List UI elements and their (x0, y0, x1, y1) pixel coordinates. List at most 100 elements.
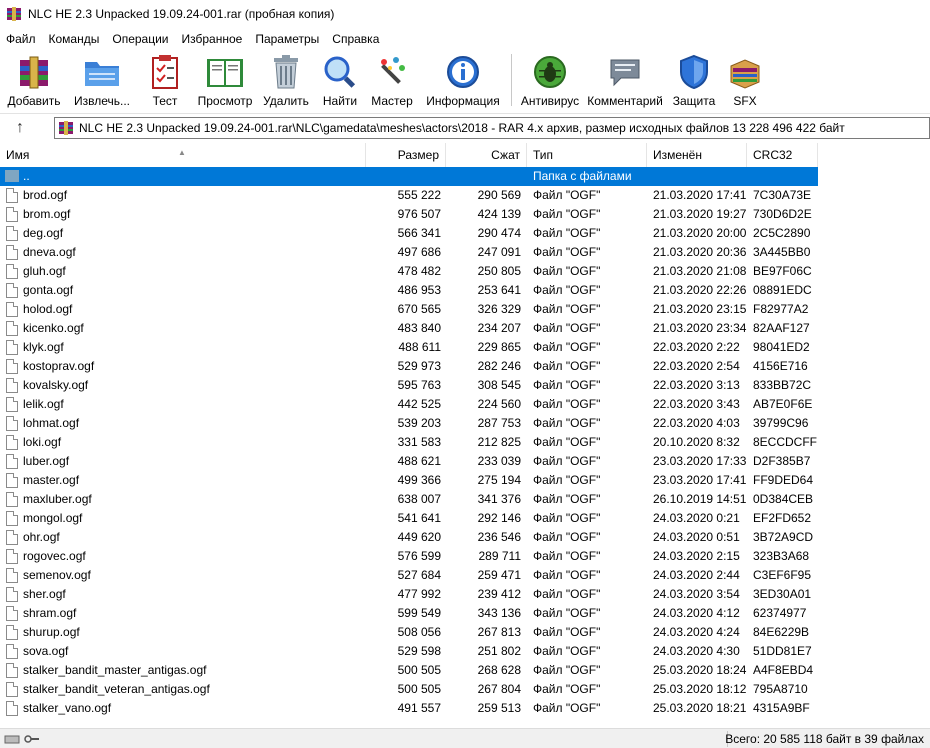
file-modified: 25.03.2020 18:12 (653, 682, 747, 696)
table-row[interactable]: kicenko.ogf 483 840 234 207 Файл "OGF" 21.03… (0, 319, 818, 338)
file-size: 595 763 (397, 378, 441, 392)
file-icon (6, 454, 18, 469)
table-row[interactable]: brom.ogf 976 507 424 139 Файл "OGF" 21.03.20… (0, 205, 818, 224)
file-crc: F82977A2 (753, 302, 809, 316)
table-row[interactable]: gluh.ogf 478 482 250 805 Файл "OGF" 21.03.20… (0, 262, 818, 281)
column-packed[interactable]: Сжат (446, 143, 527, 167)
table-row[interactable]: lelik.ogf 442 525 224 560 Файл "OGF" 22.03.2… (0, 395, 818, 414)
file-packed: 289 711 (478, 549, 522, 563)
file-modified: 24.03.2020 4:24 (653, 625, 740, 639)
status-bar: Всего: 20 585 118 байт в 39 файлах (0, 728, 930, 748)
file-size: 539 203 (397, 416, 441, 430)
file-size: 599 549 (397, 606, 441, 620)
file-icon (6, 435, 18, 450)
file-size: 449 620 (397, 530, 441, 544)
file-packed: 292 146 (477, 511, 521, 525)
file-crc: 0D384CEB (753, 492, 814, 506)
protect-button[interactable]: Защита (667, 50, 721, 110)
file-size: 670 565 (397, 302, 441, 316)
file-crc: 51DD81E7 (753, 644, 812, 658)
table-row[interactable]: mongol.ogf 541 641 292 146 Файл "OGF" 24.03.… (0, 509, 818, 528)
table-row[interactable]: maxluber.ogf 638 007 341 376 Файл "OGF" 26.1… (0, 490, 818, 509)
file-modified: 24.03.2020 0:51 (653, 530, 740, 544)
table-row[interactable]: klyk.ogf 488 611 229 865 Файл "OGF" 22.03.20… (0, 338, 818, 357)
comment-button[interactable]: Комментарий (583, 50, 667, 110)
antivirus-button[interactable]: Антивирус (517, 50, 583, 110)
file-icon (6, 188, 18, 203)
wizard-button[interactable]: Мастер (364, 50, 420, 110)
file-type: Файл "OGF" (533, 701, 601, 715)
file-icon (6, 625, 18, 640)
file-type: Файл "OGF" (533, 435, 601, 449)
file-crc: 4315A9BF (753, 701, 810, 715)
file-modified: 21.03.2020 22:26 (653, 283, 747, 297)
sfx-box-icon (725, 53, 765, 91)
menu-file[interactable]: Файл (0, 32, 43, 46)
file-type: Файл "OGF" (533, 606, 601, 620)
menu-help[interactable]: Справка (326, 32, 386, 46)
table-row[interactable]: ohr.ogf 449 620 236 546 Файл "OGF" 24.03.202… (0, 528, 818, 547)
file-packed: 290 569 (477, 188, 521, 202)
table-row[interactable]: semenov.ogf 527 684 259 471 Файл "OGF" 24.03… (0, 566, 818, 585)
table-row[interactable]: deg.ogf 566 341 290 474 Файл "OGF" 21.03.202… (0, 224, 818, 243)
file-icon (6, 587, 18, 602)
table-row[interactable]: dneva.ogf 497 686 247 091 Файл "OGF" 21.03.2… (0, 243, 818, 262)
view-button[interactable]: Просмотр (194, 50, 256, 110)
file-modified: 24.03.2020 0:21 (653, 511, 740, 525)
table-row[interactable]: master.ogf 499 366 275 194 Файл "OGF" 23.03.… (0, 471, 818, 490)
file-icon (6, 416, 18, 431)
table-row[interactable]: sova.ogf 529 598 251 802 Файл "OGF" 24.03.20… (0, 642, 818, 661)
menu-options[interactable]: Параметры (249, 32, 326, 46)
table-row[interactable]: rogovec.ogf 576 599 289 711 Файл "OGF" 24.03… (0, 547, 818, 566)
table-row[interactable]: shram.ogf 599 549 343 136 Файл "OGF" 24.03.2… (0, 604, 818, 623)
address-field[interactable]: NLC HE 2.3 Unpacked 19.09.24-001.rar\NLC… (54, 117, 930, 139)
add-button[interactable]: Добавить (0, 50, 68, 110)
file-size: 566 341 (397, 226, 441, 240)
menu-operations[interactable]: Операции (106, 32, 175, 46)
file-crc: 2C5C2890 (753, 226, 811, 240)
file-modified: 23.03.2020 17:33 (653, 454, 747, 468)
table-row[interactable]: lohmat.ogf 539 203 287 753 Файл "OGF" 22.03.… (0, 414, 818, 433)
table-row[interactable]: kovalsky.ogf 595 763 308 545 Файл "OGF" 22.0… (0, 376, 818, 395)
file-type: Файл "OGF" (533, 264, 601, 278)
column-type[interactable]: Тип (527, 143, 647, 167)
file-name: gluh.ogf (23, 264, 66, 278)
column-size[interactable]: Размер (366, 143, 446, 167)
table-row[interactable]: luber.ogf 488 621 233 039 Файл "OGF" 23.03.2… (0, 452, 818, 471)
table-row[interactable]: brod.ogf 555 222 290 569 Файл "OGF" 21.03.20… (0, 186, 818, 205)
table-row[interactable]: stalker_bandit_master_antigas.ogf 500 505… (0, 661, 818, 680)
table-row[interactable]: sher.ogf 477 992 239 412 Файл "OGF" 24.03.20… (0, 585, 818, 604)
table-row[interactable]: holod.ogf 670 565 326 329 Файл "OGF" 21.03.2… (0, 300, 818, 319)
table-row[interactable]: stalker_bandit_veteran_antigas.ogf 500 50… (0, 680, 818, 699)
table-row[interactable]: gonta.ogf 486 953 253 641 Файл "OGF" 21.03.2… (0, 281, 818, 300)
file-icon (6, 226, 18, 241)
test-button[interactable]: Тест (136, 50, 194, 110)
parent-folder-row[interactable]: .. Папка с файлами (0, 167, 818, 186)
file-packed: 250 805 (477, 264, 521, 278)
column-modified[interactable]: Изменён (647, 143, 747, 167)
column-name[interactable]: Имя ▲ (0, 143, 366, 167)
sfx-button[interactable]: SFX (721, 50, 769, 110)
file-size: 483 840 (397, 321, 441, 335)
find-button[interactable]: Найти (316, 50, 364, 110)
file-packed: 259 471 (477, 568, 521, 582)
menu-favorites[interactable]: Избранное (176, 32, 250, 46)
file-size: 478 482 (397, 264, 441, 278)
file-type: Файл "OGF" (533, 663, 601, 677)
table-row[interactable]: kostoprav.ogf 529 973 282 246 Файл "OGF" 22.… (0, 357, 818, 376)
up-arrow-icon[interactable]: ↑ (0, 115, 40, 141)
column-crc[interactable]: CRC32 (747, 143, 818, 167)
column-header: Имя ▲ Размер Сжат Тип Изменён CRC32 (0, 143, 930, 167)
file-type: Файл "OGF" (533, 473, 601, 487)
extract-button[interactable]: Извлечь... (68, 50, 136, 110)
table-row[interactable]: stalker_vano.ogf 491 557 259 513 Файл "OGF"… (0, 699, 818, 718)
file-name: semenov.ogf (23, 568, 91, 582)
menu-commands[interactable]: Команды (43, 32, 107, 46)
window-title: NLC HE 2.3 Unpacked 19.09.24-001.rar (пр… (28, 7, 335, 21)
table-row[interactable]: loki.ogf 331 583 212 825 Файл "OGF" 20.10.20… (0, 433, 818, 452)
file-list[interactable]: Имя ▲ Размер Сжат Тип Изменён CRC32 .. П… (0, 143, 930, 728)
delete-button[interactable]: Удалить (256, 50, 316, 110)
file-crc: EF2FD652 (753, 511, 812, 525)
table-row[interactable]: shurup.ogf 508 056 267 813 Файл "OGF" 24.03.… (0, 623, 818, 642)
info-button[interactable]: Информация (420, 50, 506, 110)
